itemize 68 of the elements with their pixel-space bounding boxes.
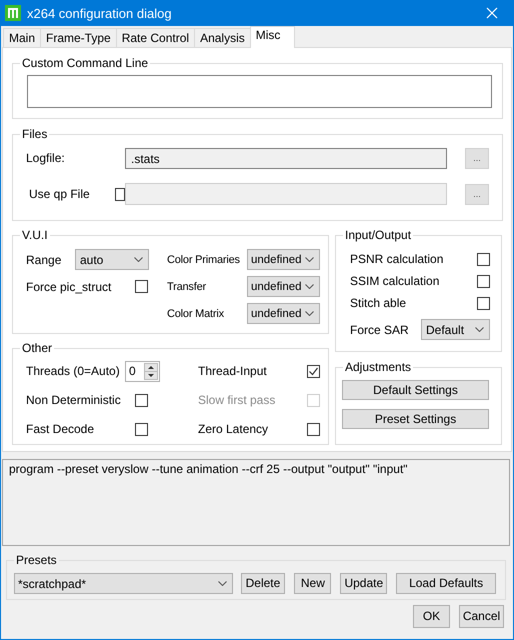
chevron-icon (218, 581, 227, 586)
dropdown[interactable]: undefined (247, 276, 320, 297)
chevron-icon (305, 311, 314, 316)
group-title: Input/Output (343, 228, 414, 242)
field-label: Slow first pass (198, 393, 276, 407)
command-preview: program --preset veryslow --tune animation --crf 25 --output "output" "input" (2, 459, 510, 546)
checkbox[interactable] (135, 280, 148, 293)
spin-arrows-icon (144, 362, 158, 380)
field-label: Use qp File (29, 187, 91, 201)
preset-dropdown[interactable]: *scratchpad* (14, 573, 233, 594)
chevron-icon (134, 257, 143, 262)
group-title: Presets (14, 553, 59, 567)
dropdown[interactable]: undefined (247, 303, 320, 324)
field-label: Fast Decode (26, 422, 96, 436)
checkbox[interactable] (135, 394, 148, 406)
checkbox[interactable] (135, 422, 148, 436)
file-path-field[interactable] (125, 183, 447, 205)
button[interactable]: New (294, 573, 332, 594)
field-label: Logfile: (26, 151, 65, 165)
command-line-field[interactable] (27, 75, 492, 108)
chevron-icon (305, 284, 314, 289)
field-label: Color Primaries (167, 254, 241, 266)
file-path-field[interactable]: .stats (125, 148, 447, 168)
checkbox[interactable] (307, 364, 320, 378)
group-title: V.U.I (20, 228, 50, 242)
checkbox[interactable] (307, 422, 320, 436)
field-label: Force pic_struct (26, 280, 112, 294)
window-title: x264 configuration dialog (27, 6, 173, 20)
button[interactable]: Cancel (459, 605, 504, 628)
field-label: Stitch able (350, 296, 406, 310)
field-label: SSIM calculation (350, 274, 440, 288)
group-title: Files (20, 127, 50, 141)
button[interactable]: Delete (240, 573, 286, 594)
checkbox[interactable] (477, 252, 490, 266)
field-label: Range (26, 252, 62, 266)
field-label: PSNR calculation (350, 252, 444, 266)
browse-button[interactable]: ... (465, 184, 489, 204)
button[interactable]: OK (413, 605, 450, 628)
tab[interactable]: Analysis (194, 28, 251, 47)
button[interactable]: Preset Settings (342, 409, 489, 429)
checkbox[interactable] (477, 296, 490, 310)
field-label: Zero Latency (198, 422, 270, 436)
group-title: Adjustments (343, 360, 414, 374)
dropdown[interactable]: Default (421, 319, 490, 340)
checkbox[interactable] (114, 188, 125, 200)
chevron-icon (475, 327, 484, 332)
button[interactable]: Update (340, 573, 388, 594)
field-label: Threads (0=Auto) (26, 364, 121, 378)
field-label: Transfer (167, 280, 207, 292)
dropdown[interactable]: auto (75, 249, 149, 270)
button[interactable]: Load Defaults (396, 573, 496, 594)
field-label: Non Deterministic (26, 393, 122, 407)
chevron-icon (305, 257, 314, 262)
close-icon (486, 7, 498, 19)
spin-box[interactable]: 0 (125, 360, 160, 382)
group-title: Custom Command Line (20, 56, 150, 70)
button[interactable]: Default Settings (342, 380, 489, 400)
field-label: Force SAR (350, 322, 409, 336)
group-title: Other (20, 341, 54, 355)
tab[interactable]: Misc (250, 26, 296, 48)
checkbox[interactable] (477, 274, 490, 288)
tab[interactable]: Frame-Type (40, 28, 117, 47)
field-label: Thread-Input (198, 364, 268, 378)
dropdown[interactable]: undefined (247, 249, 320, 270)
tab[interactable]: Main (3, 28, 42, 47)
field-label: Color Matrix (167, 308, 225, 320)
browse-button[interactable]: ... (465, 148, 489, 168)
app-icon (5, 5, 21, 21)
